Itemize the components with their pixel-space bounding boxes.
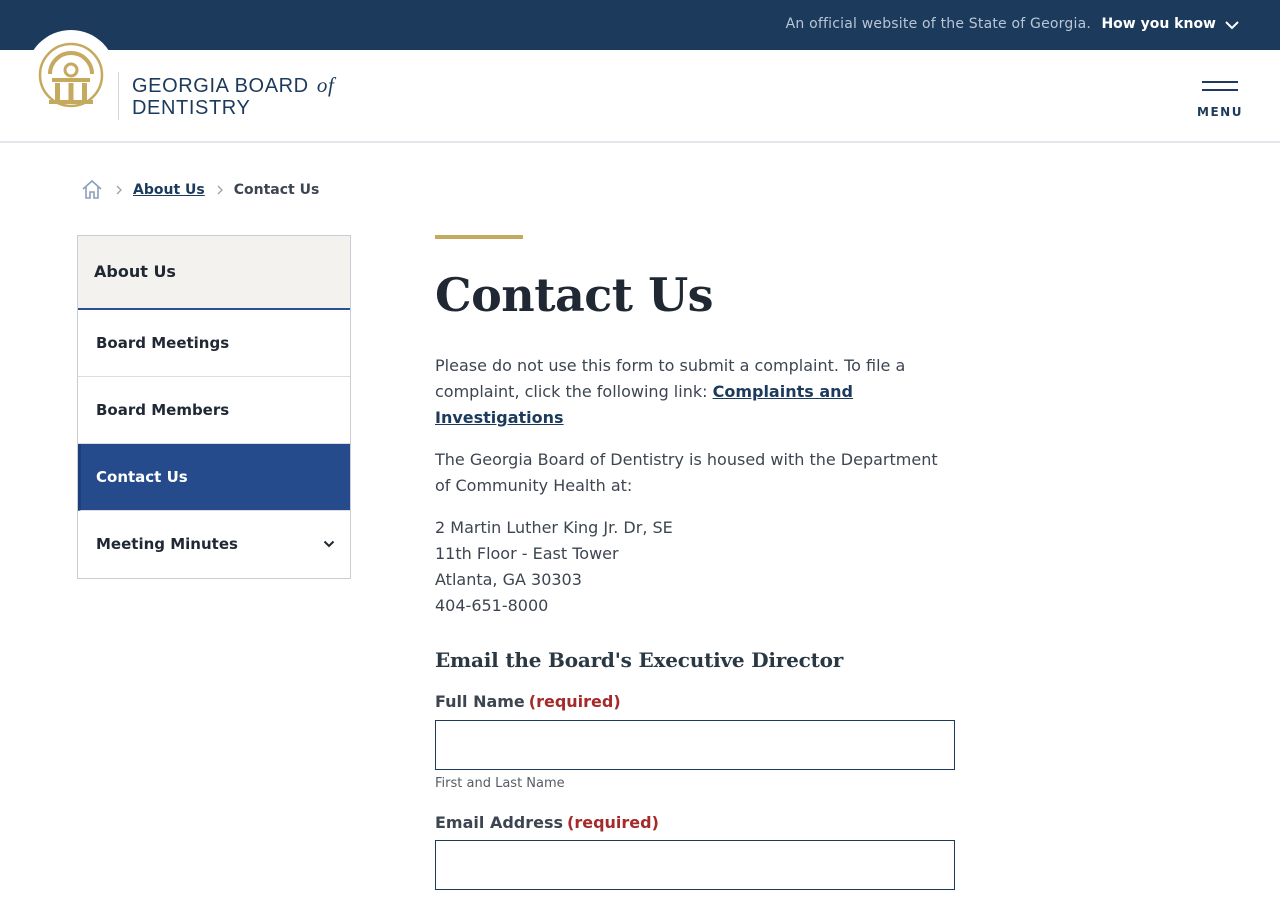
menu-label: MENU (1197, 105, 1243, 119)
full-name-hint: First and Last Name (435, 776, 565, 791)
required-indicator: (required) (528, 692, 621, 711)
breadcrumb-about-us-link[interactable]: About Us (133, 182, 205, 198)
title-accent-line (435, 235, 523, 239)
hamburger-icon (1202, 81, 1238, 83)
chevron-right-icon (217, 185, 223, 195)
site-logo-text[interactable]: GEORGIA BOARD of (132, 73, 334, 98)
hamburger-icon-bar (1202, 89, 1238, 91)
sidenav-item-label: Board Members (96, 401, 230, 419)
required-indicator: (required) (567, 813, 659, 832)
georgia-seal-icon[interactable] (36, 40, 106, 110)
logo-divider (118, 72, 119, 120)
phone-number: 404-651-8000 (435, 596, 549, 615)
complaint-notice: Please do not use this form to submit a … (435, 353, 955, 431)
full-name-label-text: Full Name (435, 692, 525, 711)
chevron-down-icon[interactable] (1224, 17, 1240, 33)
address-line1: 2 Martin Luther King Jr. Dr, SE (435, 518, 673, 537)
housing-notice: The Georgia Board of Dentistry is housed… (435, 450, 938, 495)
sidenav-item-meeting-minutes[interactable]: Meeting Minutes (78, 511, 350, 578)
how-you-know-button[interactable]: How you know (1101, 16, 1216, 32)
official-banner: An official website of the State of Geor… (0, 0, 1280, 50)
breadcrumb: About Us Contact Us (80, 178, 319, 202)
email-label-text: Email Address (435, 813, 564, 832)
email-input[interactable] (435, 840, 955, 890)
sidenav-item-label: Board Meetings (96, 334, 230, 352)
logo-dentistry[interactable]: DENTISTRY (132, 97, 250, 120)
sidenav-item-label: Meeting Minutes (96, 535, 238, 553)
page-title: Contact Us (435, 268, 714, 322)
site-header: GEORGIA BOARD of DENTISTRY MENU (0, 30, 1280, 143)
side-navigation: About Us Board Meetings Board Members Co… (77, 235, 351, 579)
form-title: Email the Board's Executive Director (435, 648, 844, 672)
official-website-text: An official website of the State of Geor… (785, 16, 1091, 32)
breadcrumb-current: Contact Us (233, 182, 320, 198)
sidenav-heading[interactable]: About Us (78, 236, 350, 310)
logo-georgia-board: GEORGIA BOARD (132, 75, 309, 97)
chevron-down-icon[interactable] (322, 537, 336, 551)
home-icon[interactable] (80, 178, 104, 202)
email-label: Email Address (required) (435, 813, 659, 832)
full-name-input[interactable] (435, 720, 955, 770)
chevron-right-icon (116, 185, 122, 195)
logo-of: of (316, 73, 335, 97)
sidenav-item-board-meetings[interactable]: Board Meetings (78, 310, 350, 377)
full-name-label: Full Name (required) (435, 692, 621, 711)
address-line2: 11th Floor - East Tower (435, 544, 619, 563)
sidenav-item-label: Contact Us (96, 468, 188, 486)
sidenav-item-contact-us[interactable]: Contact Us (78, 444, 350, 511)
menu-button[interactable]: MENU (1194, 76, 1246, 122)
address-block: 2 Martin Luther King Jr. Dr, SE 11th Flo… (435, 515, 673, 619)
sidenav-item-board-members[interactable]: Board Members (78, 377, 350, 444)
address-line3: Atlanta, GA 30303 (435, 570, 582, 589)
